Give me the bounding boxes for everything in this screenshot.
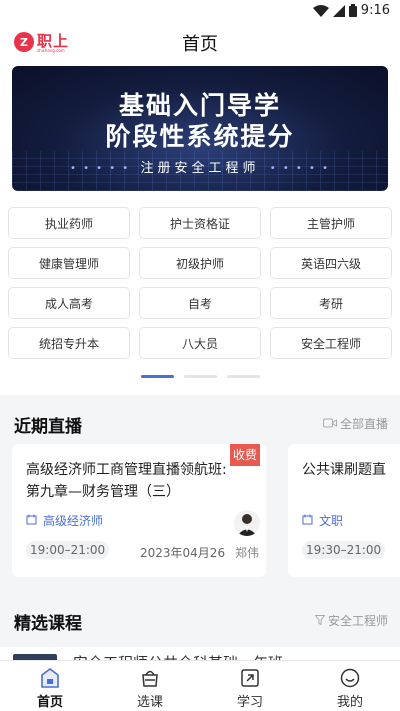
course-filter[interactable]: 安全工程师 <box>314 612 388 629</box>
profile-icon <box>339 667 361 689</box>
carousel-indicator <box>141 375 260 378</box>
banner-dots-right: • • • • • <box>269 163 330 174</box>
carousel-dot[interactable] <box>227 375 260 378</box>
courses-section-title: 精选课程 <box>14 614 82 634</box>
live-section-header: 近期直播 全部直播 <box>0 410 400 437</box>
signal-icon <box>332 4 345 17</box>
live-card-title: 高级经济师工商管理直播领航班:第九章—财务管理（三） <box>26 462 227 500</box>
promo-banner[interactable]: 基础入门导学 阶段性系统提分 • • • • • 注册安全工程师 • • • •… <box>12 66 388 191</box>
filter-icon <box>314 614 326 628</box>
header: Z 职上 zhishang.com 首页 <box>0 22 400 62</box>
category-item[interactable]: 健康管理师 <box>8 247 130 279</box>
tab-profile[interactable]: 我的 <box>300 661 400 711</box>
tab-home-label: 首页 <box>36 695 63 710</box>
basket-icon <box>139 667 161 689</box>
status-icons: 9:16 <box>312 3 390 18</box>
carousel-dot[interactable] <box>184 375 217 378</box>
courses-section-header: 精选课程 安全工程师 <box>0 607 400 634</box>
live-card-time: 19:30–21:00 <box>302 541 386 559</box>
status-bar: 9:16 <box>0 0 400 22</box>
category-item[interactable]: 考研 <box>270 287 392 319</box>
book-icon <box>26 514 37 528</box>
banner-subtitle: 注册安全工程师 <box>140 161 260 176</box>
book-icon <box>302 514 313 528</box>
all-live-link[interactable]: 全部直播 <box>322 415 388 432</box>
category-item[interactable]: 安全工程师 <box>270 327 392 359</box>
course-filter-label: 安全工程师 <box>327 614 388 628</box>
category-item[interactable]: 八大员 <box>139 327 261 359</box>
battery-icon <box>348 4 357 17</box>
live-card-tag[interactable]: 文职 <box>302 512 343 529</box>
video-camera-icon <box>322 417 337 431</box>
carousel-dot-active[interactable] <box>141 375 174 378</box>
all-live-label: 全部直播 <box>339 417 388 431</box>
live-card-tag[interactable]: 高级经济师 <box>26 512 103 529</box>
category-grid: 执业药师 护士资格证 主管护师 健康管理师 初级护师 英语四六级 成人高考 自考… <box>8 207 392 359</box>
teacher-avatar <box>234 510 260 536</box>
live-card-time: 19:00–21:00 <box>26 541 110 559</box>
home-icon <box>39 667 61 689</box>
live-card-tag-label: 高级经济师 <box>43 514 104 528</box>
category-item[interactable]: 英语四六级 <box>270 247 392 279</box>
tab-home[interactable]: 首页 <box>0 661 100 711</box>
live-card-title: 公共课刷题直 <box>302 462 386 478</box>
live-card-teacher: 郑伟 <box>234 546 259 560</box>
banner-headline-2: 阶段性系统提分 <box>105 122 295 151</box>
category-item[interactable]: 统招专升本 <box>8 327 130 359</box>
study-icon <box>239 667 261 689</box>
clock-time: 9:16 <box>360 3 390 18</box>
live-card[interactable]: 收费 高级经济师工商管理直播领航班:第九章—财务管理（三） 高级经济师 19:0… <box>12 444 266 577</box>
category-item[interactable]: 自考 <box>139 287 261 319</box>
live-card[interactable]: 公共课刷题直 文职 19:30–21:00 <box>288 444 400 577</box>
tab-courses[interactable]: 选课 <box>100 661 200 711</box>
category-item[interactable]: 成人高考 <box>8 287 130 319</box>
tab-courses-label: 选课 <box>136 695 163 710</box>
live-card-tag-label: 文职 <box>319 514 344 528</box>
tab-profile-label: 我的 <box>336 695 363 710</box>
top-area: 基础入门导学 阶段性系统提分 • • • • • 注册安全工程师 • • • •… <box>0 62 400 395</box>
bottom-tab-bar: 首页 选课 学习 我的 <box>0 660 400 711</box>
live-section-title: 近期直播 <box>14 417 82 437</box>
category-item[interactable]: 初级护师 <box>139 247 261 279</box>
paid-badge: 收费 <box>230 444 260 466</box>
category-item[interactable]: 护士资格证 <box>139 207 261 239</box>
wifi-icon <box>312 4 329 17</box>
live-card-date: 2023年04月26 <box>140 546 226 560</box>
category-item[interactable]: 主管护师 <box>270 207 392 239</box>
tab-study-label: 学习 <box>236 695 263 710</box>
category-item[interactable]: 执业药师 <box>8 207 130 239</box>
page-title: 首页 <box>182 34 218 55</box>
tab-study[interactable]: 学习 <box>200 661 300 711</box>
